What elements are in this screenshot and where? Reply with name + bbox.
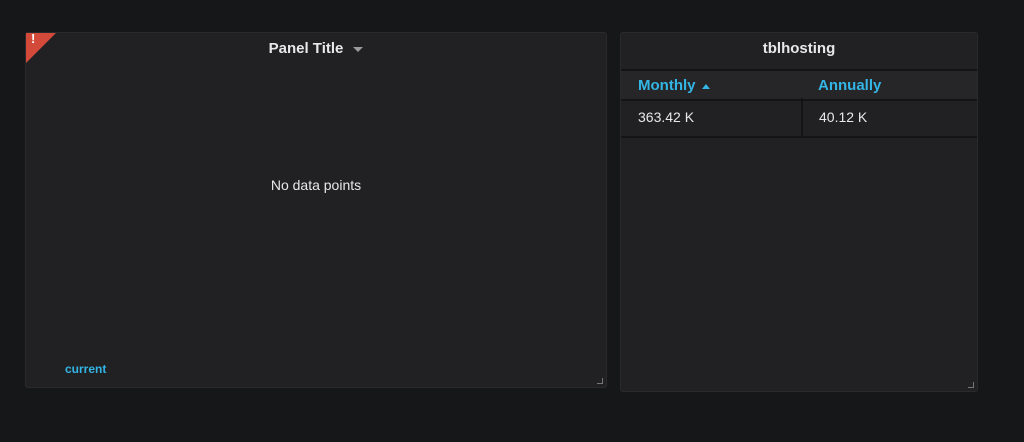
- sort-asc-icon: [701, 83, 710, 89]
- table-panel: tblhosting Monthly Annually 363.42 K 40.…: [620, 32, 978, 392]
- resize-handle[interactable]: [597, 378, 603, 384]
- cell-monthly: 363.42 K: [638, 109, 695, 125]
- panel-title-menu[interactable]: Panel Title: [26, 40, 606, 57]
- table-row: 363.42 K 40.12 K: [621, 98, 977, 138]
- table-header: Monthly Annually: [621, 69, 977, 101]
- graph-panel: ! Panel Title No data points current: [25, 31, 607, 388]
- no-data-message: No data points: [270, 177, 362, 193]
- column-divider: [801, 98, 803, 136]
- column-header-annually[interactable]: Annually: [818, 77, 881, 94]
- resize-handle[interactable]: [968, 382, 974, 388]
- column-label: Monthly: [638, 77, 696, 94]
- cell-annually: 40.12 K: [819, 109, 868, 125]
- legend-item-current[interactable]: current: [65, 362, 106, 376]
- panel-title[interactable]: tblhosting: [621, 40, 977, 57]
- column-header-monthly[interactable]: Monthly: [638, 77, 710, 94]
- panel-title: Panel Title: [268, 40, 344, 57]
- caret-down-icon: [353, 46, 364, 52]
